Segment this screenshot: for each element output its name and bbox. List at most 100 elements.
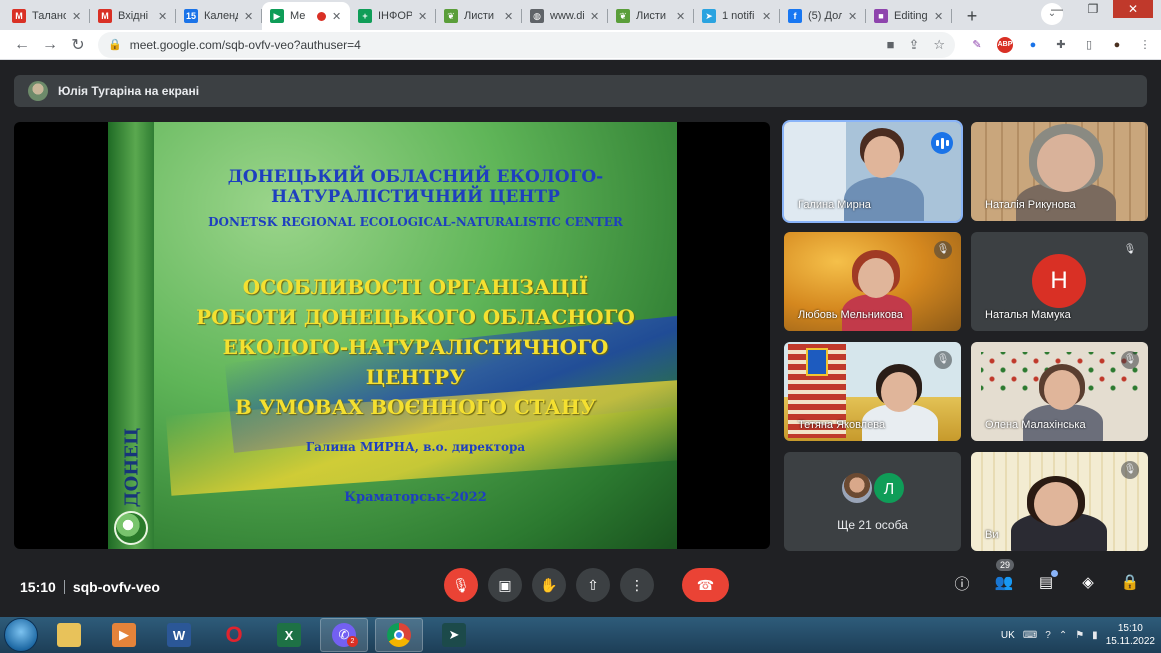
mic-off-icon: 🎙 [934,351,952,369]
leaf-icon: ❦ [616,9,630,23]
signal-icon[interactable]: ▮ [1092,630,1098,641]
raise-hand-button[interactable]: ✋ [532,568,566,602]
mic-toggle-button[interactable]: 🎙 [444,568,478,602]
slide-side-logo-text: ДОНЕЦ [114,422,150,512]
present-screen-button[interactable]: ⇧ [576,568,610,602]
meeting-time: 15:10 [20,579,56,595]
participant-tile[interactable]: Н 🎙 Наталья Мамука [971,232,1148,331]
browser-tab[interactable]: ❦ Листи ✕ [436,2,522,30]
close-tab-icon[interactable]: ✕ [934,10,944,23]
back-icon[interactable]: ← [8,33,36,57]
chat-icon[interactable]: ▤ [1036,570,1058,593]
close-tab-icon[interactable]: ✕ [762,10,772,23]
close-tab-icon[interactable]: ✕ [848,10,858,23]
close-tab-icon[interactable]: ✕ [676,10,686,23]
bookmark-star-icon[interactable]: ☆ [933,37,945,53]
share-icon[interactable]: ⇪ [908,37,919,53]
browser-tab[interactable]: + ІНФОР ✕ [350,2,436,30]
taskbar-opera[interactable]: O [210,618,258,652]
lock-icon[interactable]: 🔒 [108,38,122,51]
close-tab-icon[interactable]: ✕ [158,10,168,23]
leaf-icon: ❦ [444,9,458,23]
editor-icon: ■ [874,9,888,23]
close-tab-icon[interactable]: ✕ [418,10,428,23]
profile-avatar[interactable]: ● [1109,37,1125,53]
address-bar[interactable]: 🔒 meet.google.com/sqb-ovfv-veo?authuser=… [98,31,955,58]
close-tab-icon[interactable]: ✕ [72,10,82,23]
more-participants-tile[interactable]: Л Ще 21 особа [784,452,961,551]
browser-tab[interactable]: M Талано ✕ [4,2,90,30]
taskbar-excel[interactable]: X [265,618,313,652]
self-view-tile[interactable]: 🎙 Ви [971,452,1148,551]
tab-label: Талано [32,10,66,22]
browser-tab[interactable]: ❦ Листи ✕ [608,2,694,30]
camera-indicator-icon[interactable]: ■ [887,37,895,53]
taskbar-viber[interactable]: ✆ 2 [320,618,368,652]
browser-tab[interactable]: ▶ Ме ✕ [262,2,350,30]
browser-tab-strip: M Талано ✕ M Вхідні ✕ 15 Календ ✕ ▶ Ме ✕ + ІНФОР ✕ ❦ Лис… [0,0,1161,30]
close-tab-icon[interactable]: ✕ [332,10,342,23]
blue-extension-icon[interactable]: ● [1025,37,1041,53]
tray-clock[interactable]: 15:10 15.11.2022 [1106,622,1155,648]
browser-tab[interactable]: M Вхідні ✕ [90,2,176,30]
folder-icon [57,623,81,647]
leave-call-button[interactable]: ☎ [682,568,729,602]
browser-tab[interactable]: ■ Editing ✕ [866,2,952,30]
menu-kebab-icon[interactable]: ⋮ [1137,37,1153,53]
participant-tile[interactable]: 🎙 Любовь Мельникова [784,232,961,331]
language-indicator[interactable]: UK [1001,630,1015,641]
more-options-button[interactable]: ⋮ [620,568,654,602]
close-tab-icon[interactable]: ✕ [504,10,514,23]
participant-tile[interactable]: Наталія Рикунова [971,122,1148,221]
browser-tab[interactable]: ➤ 1 notifi ✕ [694,2,780,30]
people-count-badge: 29 [996,559,1015,571]
taskbar-media-player[interactable]: ▶ [100,618,148,652]
taskbar-chrome[interactable] [375,618,423,652]
extensions-area: ✎ ABP ● ✚ ▯ ● ⋮ [969,36,1153,53]
participant-tile[interactable]: Галина Мирна [782,120,963,223]
window-controls: — ❐ ✕ [1041,0,1153,18]
adblock-icon[interactable]: ABP [997,36,1013,53]
meet-controls-bar: 15:10 sqb-ovfv-veo 🎙 ▣ ✋ ⇧ ⋮ ☎ ⓘ 👥 29 ▤ ◈ … [0,559,1161,617]
globe-logo-icon [114,511,148,545]
taskbar-word[interactable]: W [155,618,203,652]
pen-extension-icon[interactable]: ✎ [969,37,985,53]
browser-toolbar: ← → ↻ 🔒 meet.google.com/sqb-ovfv-veo?aut… [0,30,1161,60]
help-icon[interactable]: ? [1045,630,1051,641]
tray-arrow-icon[interactable]: ⌃ [1059,630,1067,641]
browser-tab[interactable]: 15 Календ ✕ [176,2,262,30]
close-window-icon[interactable]: ✕ [1113,0,1153,18]
network-icon[interactable]: ⚑ [1075,630,1084,641]
new-tab-icon[interactable]: + [960,4,984,28]
system-tray: UK ⌨ ? ⌃ ⚑ ▮ 15:10 15.11.2022 [1001,617,1155,653]
speaking-indicator-icon [931,132,953,154]
meet-window: Юлія Тугаріна на екрані ДОНЕЦЬКИЙ ОБЛАСН… [0,61,1161,617]
browser-tab[interactable]: ◍ www.di ✕ [522,2,608,30]
restore-icon[interactable]: ❐ [1077,0,1109,18]
participant-tile[interactable]: 🎙 Олена Малахінська [971,342,1148,441]
people-icon[interactable]: 👥 29 [994,559,1015,593]
minimize-icon[interactable]: — [1041,0,1073,18]
camera-toggle-button[interactable]: ▣ [488,568,522,602]
participant-avatar-letter: Н [1032,254,1086,308]
slide-heading-line5: В УМОВАХ ВОЄННОГО СТАНУ [234,395,597,419]
forward-icon[interactable]: → [36,33,64,57]
meeting-details-icon[interactable]: ⓘ [952,573,972,593]
reload-icon[interactable]: ↻ [64,33,92,57]
participant-tile[interactable]: 🎙 Тетяна Яковлева [784,342,961,441]
close-tab-icon[interactable]: ✕ [244,10,254,23]
puzzle-icon[interactable]: ✚ [1053,37,1069,53]
taskbar-explorer[interactable] [45,618,93,652]
excel-icon: X [277,623,301,647]
host-controls-icon[interactable]: 🔒 [1120,573,1140,593]
sidepanel-icon[interactable]: ▯ [1081,37,1097,53]
slide-heading-line1: ОСОБЛИВОСТІ ОРГАНІЗАЦІЇ [242,275,589,299]
start-button[interactable] [4,618,38,652]
close-tab-icon[interactable]: ✕ [590,10,600,23]
presenter-banner: Юлія Тугаріна на екрані [14,75,1147,107]
taskbar-app[interactable]: ➤ [430,618,478,652]
activities-icon[interactable]: ◈ [1078,573,1098,593]
browser-tab[interactable]: f (5) Дол ✕ [780,2,866,30]
keyboard-icon[interactable]: ⌨ [1023,630,1037,641]
telegram-icon: ➤ [702,9,716,23]
